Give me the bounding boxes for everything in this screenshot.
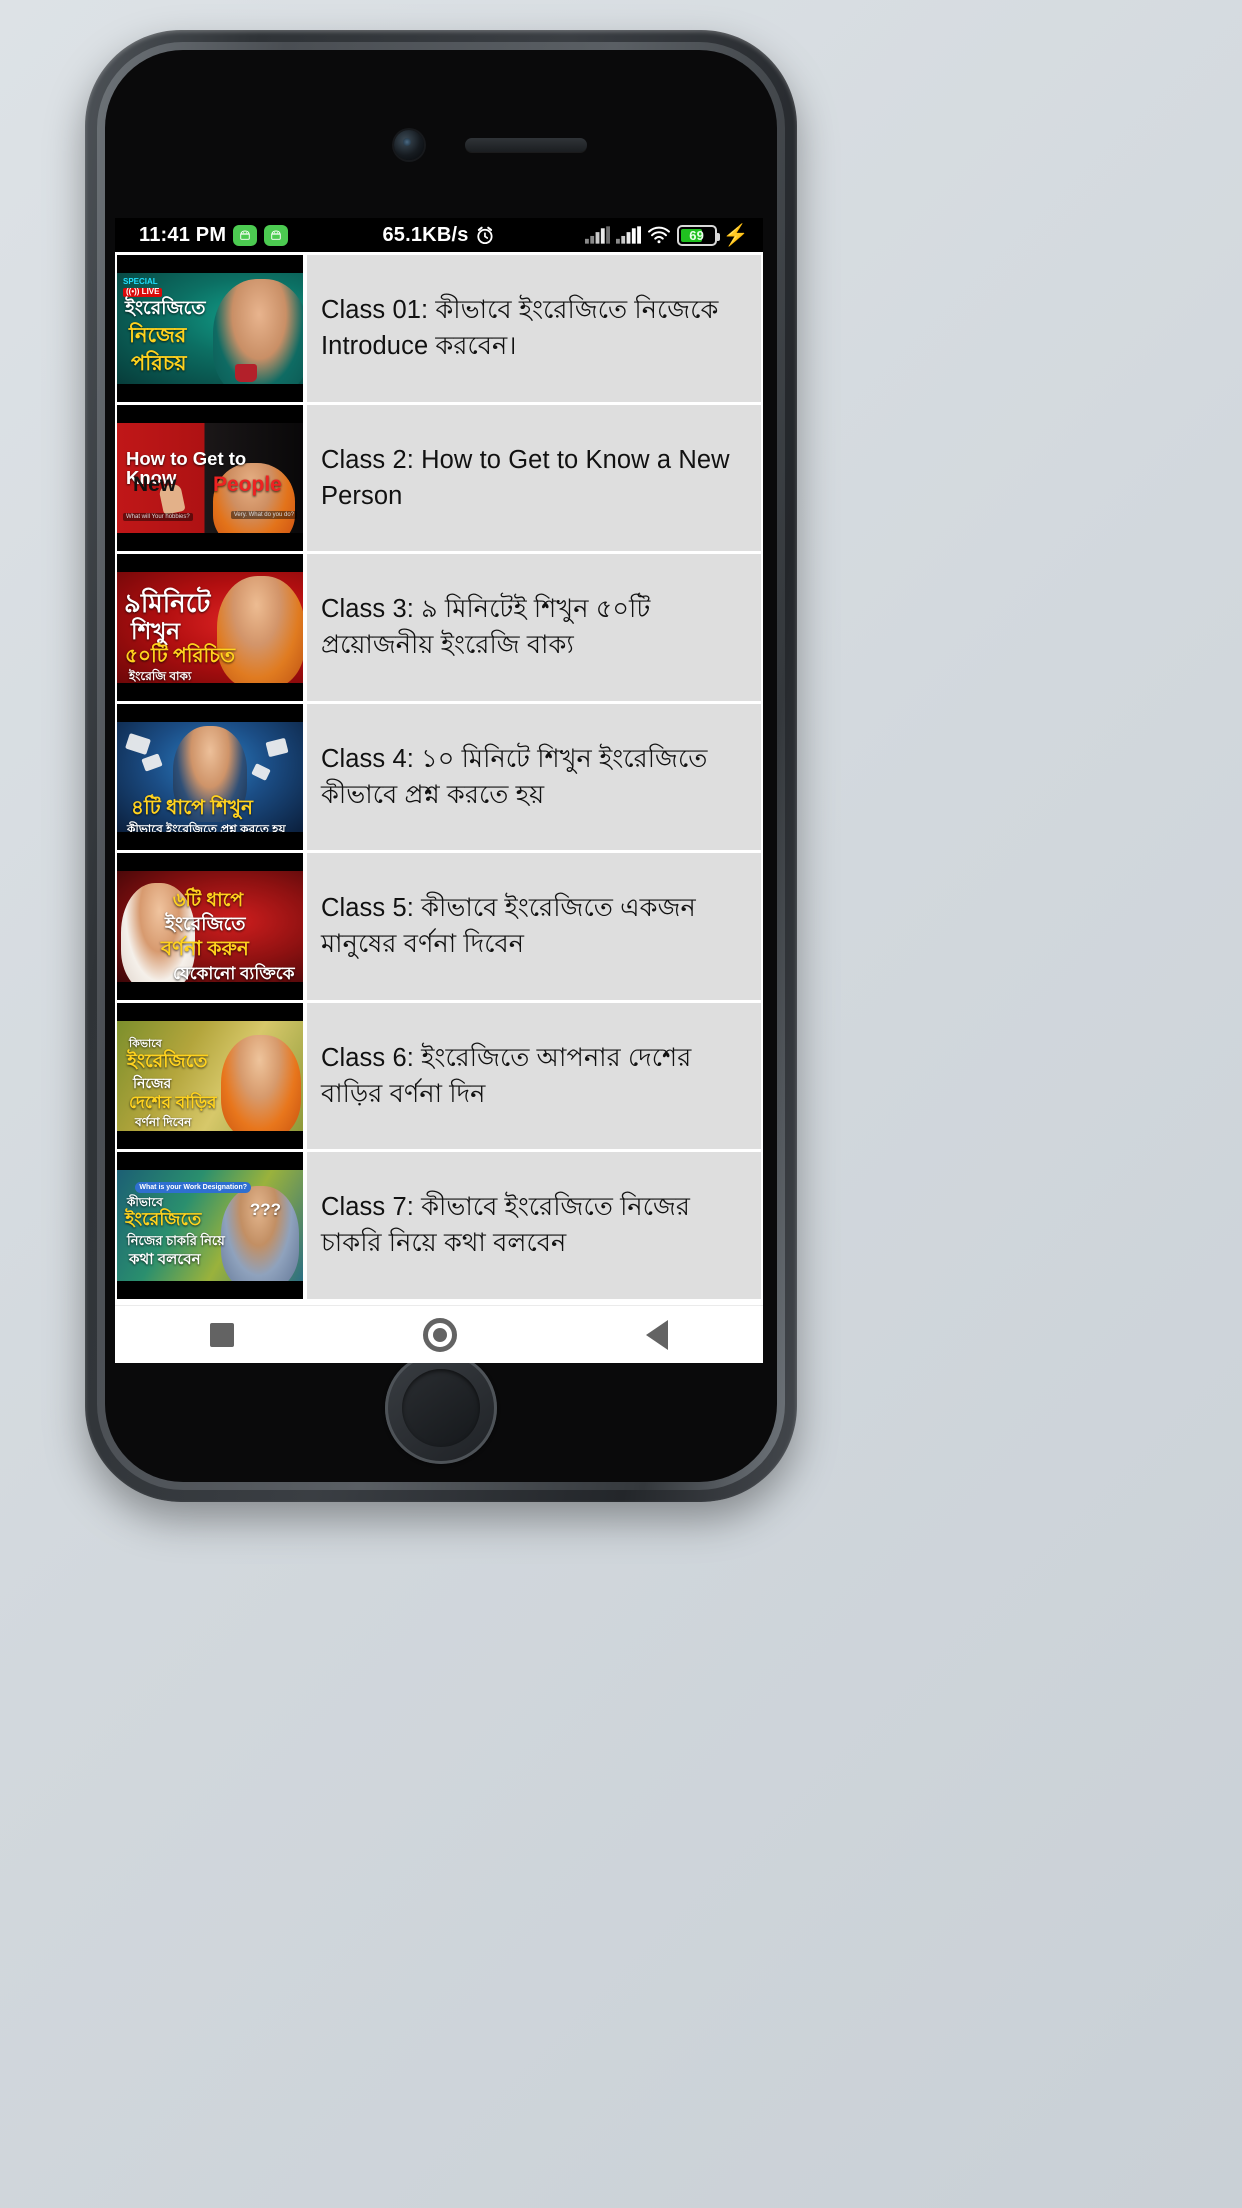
thumbnail-artwork: SPECIAL ((•)) LIVE ইংরেজিতে নিজের পরিচয় [117, 273, 303, 384]
list-item[interactable]: কিভাবে ইংরেজিতে নিজের দেশের বাড়ির বর্ণন… [115, 999, 763, 1149]
class-title-cell[interactable]: Class 7: কীভাবে ইংরেজিতে নিজের চাকরি নিয… [307, 1152, 761, 1299]
back-icon[interactable] [646, 1319, 669, 1350]
class-title-cell[interactable]: Class 01: কীভাবে ইংরেজিতে নিজেকে Introdu… [307, 255, 761, 402]
thumbnail-line-2: ইংরেজিতে [125, 1209, 202, 1229]
thumbnail-line-3: নিজের চাকরি নিয়ে [127, 1233, 225, 1248]
list-item[interactable]: SPECIAL ((•)) LIVE ইংরেজিতে নিজের পরিচয়… [115, 252, 763, 402]
phone-screen: 11:41 PM 65.1KB/s 69 ⚡ SPECIAL ((•)) LIV… [115, 218, 763, 1363]
screenshot-canvas: 11:41 PM 65.1KB/s 69 ⚡ SPECIAL ((•)) LIV… [0, 0, 1242, 2208]
thumbnail-line-2: ইংরেজিতে [165, 914, 246, 935]
class-title: Class 01: কীভাবে ইংরেজিতে নিজেকে Introdu… [321, 296, 719, 361]
thumbnail-line-2: কীভাবে ইংরেজিতে প্রশ্ন করতে হয় [127, 821, 286, 832]
list-item[interactable]: How to Get to Know New People What will … [115, 401, 763, 551]
front-camera-icon [394, 130, 424, 160]
android-robot-glyph [271, 230, 281, 240]
class-04-thumbnail[interactable]: ৪টি ধাপে শিখুন কীভাবে ইংরেজিতে প্রশ্ন কর… [117, 703, 303, 850]
thumbnail-line-1: কীভাবে [127, 1195, 163, 1209]
thumbnail-badge: SPECIAL ((•)) LIVE [123, 277, 163, 297]
thumbnail-line-2: নিজের [129, 324, 187, 347]
class-05-thumbnail[interactable]: ৬টি ধাপে ইংরেজিতে বর্ণনা করুন যেকোনো ব্য… [117, 853, 303, 1000]
thumbnail-line-1: ৪টি ধাপে শিখুন [131, 796, 253, 819]
status-bar-clock: 11:41 PM [139, 223, 227, 246]
android-navigation-bar[interactable] [115, 1305, 763, 1363]
class-07-thumbnail[interactable]: What is your Work Designation? ??? কীভাব… [117, 1152, 303, 1299]
class-list[interactable]: SPECIAL ((•)) LIVE ইংরেজিতে নিজের পরিচয়… [115, 252, 763, 1305]
list-item[interactable]: ৪টি ধাপে শিখুন কীভাবে ইংরেজিতে প্রশ্ন কর… [115, 700, 763, 850]
thumbnail-line-1: ৬টি ধাপে [173, 890, 244, 911]
class-03-thumbnail[interactable]: ৯মিনিটে শিখুন ৫০টি পরিচিত ইংরেজি বাক্য [117, 554, 303, 701]
earpiece-speaker [465, 138, 587, 152]
thumbnail-line-4: যেকোনো ব্যক্তিকে [173, 964, 295, 982]
class-06-thumbnail[interactable]: কিভাবে ইংরেজিতে নিজের দেশের বাড়ির বর্ণন… [117, 1002, 303, 1149]
thumbnail-artwork: ৬টি ধাপে ইংরেজিতে বর্ণনা করুন যেকোনো ব্য… [117, 871, 303, 982]
thumbnail-caption-right: Very. What do you do? [230, 511, 297, 519]
thumbnail-caption-left: What will Your hobbies? [123, 513, 193, 521]
thumbnail-artwork: কিভাবে ইংরেজিতে নিজের দেশের বাড়ির বর্ণন… [117, 1020, 303, 1131]
thumbnail-line-1: কিভাবে [129, 1037, 162, 1050]
thumbnail-line-5: বর্ণনা দিবেন [135, 1114, 192, 1129]
class-title-cell[interactable]: Class 6: ইংরেজিতে আপনার দেশের বাড়ির বর্… [307, 1002, 761, 1149]
thumbnail-line-1: ৯মিনিটে [124, 588, 211, 618]
class-01-thumbnail[interactable]: SPECIAL ((•)) LIVE ইংরেজিতে নিজের পরিচয় [117, 255, 303, 402]
thumbnail-line-3: বর্ণনা করুন [161, 938, 249, 960]
class-title-cell[interactable]: Class 2: How to Get to Know a New Person [307, 404, 761, 551]
thumbnail-artwork: What is your Work Designation? ??? কীভাব… [117, 1170, 303, 1281]
battery-percent-label: 69 [689, 227, 705, 243]
list-item[interactable]: What is your Work Designation? ??? কীভাব… [115, 1149, 763, 1299]
thumbnail-paper [265, 737, 289, 757]
thumbnail-artwork: ৯মিনিটে শিখুন ৫০টি পরিচিত ইংরেজি বাক্য [117, 572, 303, 683]
alarm-clock-icon [477, 226, 493, 244]
thumbnail-line-1: ইংরেজিতে [125, 298, 206, 319]
class-02-thumbnail[interactable]: How to Get to Know New People What will … [117, 404, 303, 551]
thumbnail-live-chip: ((•)) LIVE [123, 287, 163, 297]
class-title-cell[interactable]: Class 4: ১০ মিনিটে শিখুন ইংরেজিতে কীভাবে… [307, 703, 761, 850]
class-title: Class 3: ৯ মিনিটেই শিখুন ৫০টি প্রয়োজনীয… [321, 595, 651, 660]
android-notification-icon[interactable] [233, 224, 258, 246]
thumbnail-line-3: নিজের [133, 1074, 172, 1091]
thumbnail-line-2: ইংরেজিতে [127, 1050, 208, 1072]
class-title-cell[interactable]: Class 5: কীভাবে ইংরেজিতে একজন মানুষের বর… [307, 853, 761, 1000]
home-icon[interactable] [422, 1317, 457, 1352]
thumbnail-line-4: দেশের বাড়ির [129, 1092, 217, 1112]
list-item[interactable]: ৬টি ধাপে ইংরেজিতে বর্ণনা করুন যেকোনো ব্য… [115, 850, 763, 1000]
thumbnail-paper [141, 752, 163, 772]
battery-icon: 69 [676, 224, 720, 246]
thumbnail-speech-bubble: What is your Work Designation? [135, 1182, 251, 1193]
status-bar-center: 65.1KB/s [382, 224, 495, 247]
hardware-home-button[interactable] [385, 1352, 497, 1464]
class-title: Class 2: How to Get to Know a New Person [321, 445, 730, 510]
recent-apps-icon[interactable] [209, 1322, 234, 1347]
thumbnail-badge-text: SPECIAL [123, 277, 158, 286]
class-title: Class 4: ১০ মিনিটে শিখুন ইংরেজিতে কীভাবে… [321, 744, 708, 809]
class-title: Class 5: কীভাবে ইংরেজিতে একজন মানুষের বর… [321, 894, 696, 959]
cellular-signal-icon [584, 226, 610, 244]
network-speed-label: 65.1KB/s [382, 223, 469, 246]
android-notification-icon[interactable] [264, 224, 289, 246]
thumbnail-artwork: How to Get to Know New People What will … [117, 422, 303, 533]
thumbnail-line-2b: People [213, 472, 282, 496]
thumbnail-line-3: ৫০টি পরিচিত [125, 645, 235, 667]
android-robot-glyph [240, 230, 250, 240]
thumbnail-line-3: পরিচয় [131, 352, 187, 375]
list-item[interactable]: ৯মিনিটে শিখুন ৫০টি পরিচিত ইংরেজি বাক্য C… [115, 551, 763, 701]
status-bar-left: 11:41 PM [139, 223, 289, 247]
lightning-bolt-icon: ⚡ [722, 223, 749, 247]
status-bar-right: 69 ⚡ [584, 223, 749, 247]
class-title: Class 7: কীভাবে ইংরেজিতে নিজের চাকরি নিয… [321, 1193, 691, 1258]
status-bar: 11:41 PM 65.1KB/s 69 ⚡ [115, 218, 763, 252]
cellular-signal-icon [615, 226, 641, 244]
class-title: Class 6: ইংরেজিতে আপনার দেশের বাড়ির বর্… [321, 1043, 692, 1108]
thumbnail-line-4: ইংরেজি বাক্য [129, 669, 192, 683]
thumbnail-paper [125, 732, 151, 755]
thumbnail-paper [251, 762, 271, 781]
thumbnail-line-2: শিখুন [131, 618, 181, 644]
class-title-cell[interactable]: Class 3: ৯ মিনিটেই শিখুন ৫০টি প্রয়োজনীয… [307, 554, 761, 701]
thumbnail-artwork: ৪টি ধাপে শিখুন কীভাবে ইংরেজিতে প্রশ্ন কর… [117, 721, 303, 832]
wifi-icon [647, 226, 670, 244]
thumbnail-line-4: কথা বলবেন [129, 1251, 201, 1268]
